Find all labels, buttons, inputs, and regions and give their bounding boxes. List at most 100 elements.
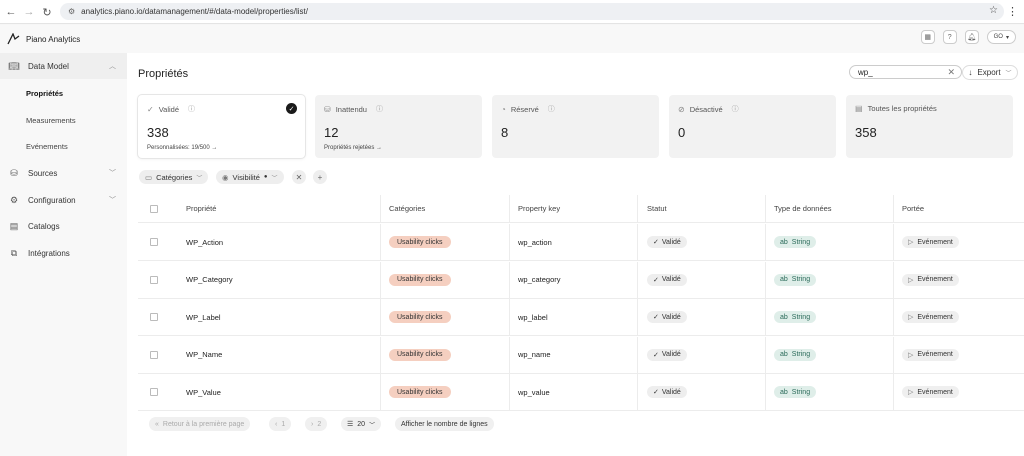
- row-checkbox[interactable]: [150, 262, 158, 298]
- filter-categories[interactable]: ▭ Catégories ﹀: [139, 170, 209, 184]
- sidebar-item-integrations[interactable]: ⧉ Intégrations: [0, 240, 127, 266]
- table-row[interactable]: WP_Name Usability clicks wp_name ✓ Valid…: [138, 336, 1024, 374]
- sidebar-item-measurements[interactable]: Measurements: [0, 107, 127, 133]
- table-row[interactable]: WP_Category Usability clicks wp_category…: [138, 261, 1024, 299]
- data-type-label: String: [791, 238, 811, 246]
- first-page-button[interactable]: « Retour à la première page: [149, 417, 251, 431]
- chevron-down-icon: ﹀: [109, 170, 116, 177]
- browser-menu-icon[interactable]: ⋮: [1007, 5, 1018, 18]
- column-header-property-key[interactable]: Property key: [518, 195, 560, 222]
- filter-label: Catégories: [156, 172, 193, 182]
- integrations-icon: ⧉: [10, 247, 18, 258]
- app-logo[interactable]: Piano Analytics: [7, 33, 80, 45]
- chevron-left-double-icon: «: [155, 420, 159, 428]
- column-header-categories[interactable]: Catégories: [389, 195, 425, 222]
- card-label: Désactivé: [689, 104, 723, 114]
- page-prev-button[interactable]: ‹ 1: [269, 417, 292, 431]
- sidebar-item-data-model[interactable]: 📖︎ Data Model ︿: [0, 53, 127, 79]
- check-icon: ✓: [653, 351, 659, 359]
- sidebar-item-catalogs[interactable]: ▤ Catalogs: [0, 213, 127, 239]
- status-card-desactive[interactable]: ⊘ Désactivé ⓘ 0: [669, 95, 836, 158]
- card-label: Validé: [158, 104, 179, 114]
- column-header-property[interactable]: Propriété: [186, 195, 216, 222]
- close-icon[interactable]: ✕: [947, 67, 955, 78]
- info-icon[interactable]: ⓘ: [188, 104, 195, 114]
- category-pill: Usability clicks: [389, 273, 451, 286]
- sidebar-item-sources[interactable]: ⛁ Sources ﹀: [0, 160, 127, 186]
- cell-scope: ▷ Evénement: [902, 337, 959, 373]
- table-row[interactable]: WP_Label Usability clicks wp_label ✓ Val…: [138, 299, 1024, 336]
- check-icon: ✓: [653, 239, 659, 246]
- info-icon[interactable]: ⓘ: [548, 104, 555, 114]
- sidebar-item-configuration[interactable]: ⚙ Configuration ﹀: [0, 187, 127, 213]
- url-text: analytics.piano.io/datamanagement/#/data…: [81, 7, 308, 16]
- clear-filters-button[interactable]: ✕: [292, 170, 306, 184]
- status-label: Validé: [661, 351, 681, 358]
- column-header-data-type[interactable]: Type de données: [774, 195, 832, 222]
- show-rows-label: Afficher le nombre de lignes: [401, 420, 488, 428]
- cell-property: WP_Category: [186, 275, 233, 284]
- database-icon: ⛁: [324, 104, 331, 114]
- sidebar-item-proprietes[interactable]: Propriétés: [0, 80, 127, 106]
- card-sub-link[interactable]: Propriétés rejetées →: [324, 145, 382, 151]
- check-icon: ✓: [653, 276, 659, 284]
- sidebar: 📖︎ Data Model ︿ Propriétés Measurements …: [0, 53, 127, 456]
- status-card-toutes[interactable]: ▤ Toutes les propriétés 358: [846, 95, 1013, 158]
- sidebar-item-evenements[interactable]: Evénements: [0, 133, 127, 159]
- check-icon: ✓: [147, 104, 154, 114]
- status-card-inattendu[interactable]: ⛁ Inattendu ⓘ 12 Propriétés rejetées →: [315, 95, 482, 158]
- site-info-icon[interactable]: ⚙: [68, 7, 75, 16]
- table-row[interactable]: WP_Action Usability clicks wp_action ✓ V…: [138, 224, 1024, 261]
- show-rows-button[interactable]: Afficher le nombre de lignes: [395, 417, 494, 431]
- user-menu-button[interactable]: GO ▾: [986, 30, 1016, 44]
- row-checkbox[interactable]: [150, 337, 158, 373]
- card-count: 8: [501, 125, 509, 140]
- select-all-checkbox[interactable]: [150, 195, 158, 222]
- row-checkbox[interactable]: [150, 299, 158, 335]
- card-label: Inattendu: [335, 104, 367, 114]
- category-pill: Usability clicks: [389, 236, 451, 248]
- row-checkbox[interactable]: [150, 224, 158, 260]
- cell-scope: ▷ Evénement: [902, 262, 959, 298]
- cell-property-key: wp_category: [518, 275, 561, 284]
- status-card-valide[interactable]: ✓ Validé ⓘ ✓ 338 Personnalisées: 19/500 …: [138, 95, 305, 158]
- column-header-status[interactable]: Statut: [647, 195, 667, 222]
- filter-visibility[interactable]: ◉ Visibilité ● ﹀: [216, 170, 284, 184]
- cell-category: Usability clicks: [389, 299, 451, 335]
- table-row[interactable]: WP_Value Usability clicks wp_value ✓ Val…: [138, 374, 1024, 411]
- scope-label: Evénement: [917, 388, 953, 396]
- cell-scope: ▷ Evénement: [902, 299, 959, 335]
- cell-category: Usability clicks: [389, 374, 451, 410]
- status-card-reserve[interactable]: ◔ Réservé ⓘ 8: [492, 95, 659, 158]
- scope-badge: ▷ Evénement: [902, 273, 959, 286]
- search-input[interactable]: wp_ ✕: [849, 65, 962, 79]
- chevron-down-icon: ﹀: [196, 175, 203, 182]
- first-page-label: Retour à la première page: [162, 420, 245, 428]
- export-button[interactable]: ↓ Export ﹀: [962, 65, 1018, 80]
- scope-label: Evénement: [917, 313, 953, 321]
- column-header-scope[interactable]: Portée: [902, 195, 924, 222]
- page-next-button[interactable]: › 2: [305, 417, 328, 431]
- status-label: Validé: [661, 238, 681, 246]
- add-filter-button[interactable]: +: [313, 170, 327, 184]
- help-icon[interactable]: ?: [942, 30, 957, 44]
- check-icon: ✓: [653, 389, 659, 396]
- chevron-down-icon: ﹀: [369, 422, 376, 429]
- row-checkbox[interactable]: [150, 374, 158, 410]
- cell-property-key: wp_label: [518, 312, 548, 322]
- card-sub-link[interactable]: Personnalisées: 19/500 →: [147, 145, 217, 151]
- page-size-select[interactable]: ☰ 20 ﹀: [341, 417, 382, 431]
- address-bar[interactable]: ⚙ analytics.piano.io/datamanagement/#/da…: [60, 3, 1004, 20]
- info-icon[interactable]: ⓘ: [732, 104, 739, 114]
- apps-grid-icon[interactable]: ▦: [920, 30, 935, 44]
- forward-icon[interactable]: →: [20, 3, 38, 21]
- back-icon[interactable]: ←: [2, 3, 20, 21]
- cell-property: WP_Name: [186, 350, 223, 359]
- scope-label: Evénement: [917, 276, 953, 283]
- notification-bell-icon[interactable]: 🔔︎: [964, 30, 979, 44]
- sidebar-item-label: Intégrations: [28, 248, 70, 258]
- info-icon[interactable]: ⓘ: [376, 104, 383, 114]
- bookmark-star-icon[interactable]: ☆: [989, 5, 998, 16]
- cell-scope: ▷ Evénement: [902, 224, 959, 260]
- reload-icon[interactable]: ↻: [38, 3, 56, 21]
